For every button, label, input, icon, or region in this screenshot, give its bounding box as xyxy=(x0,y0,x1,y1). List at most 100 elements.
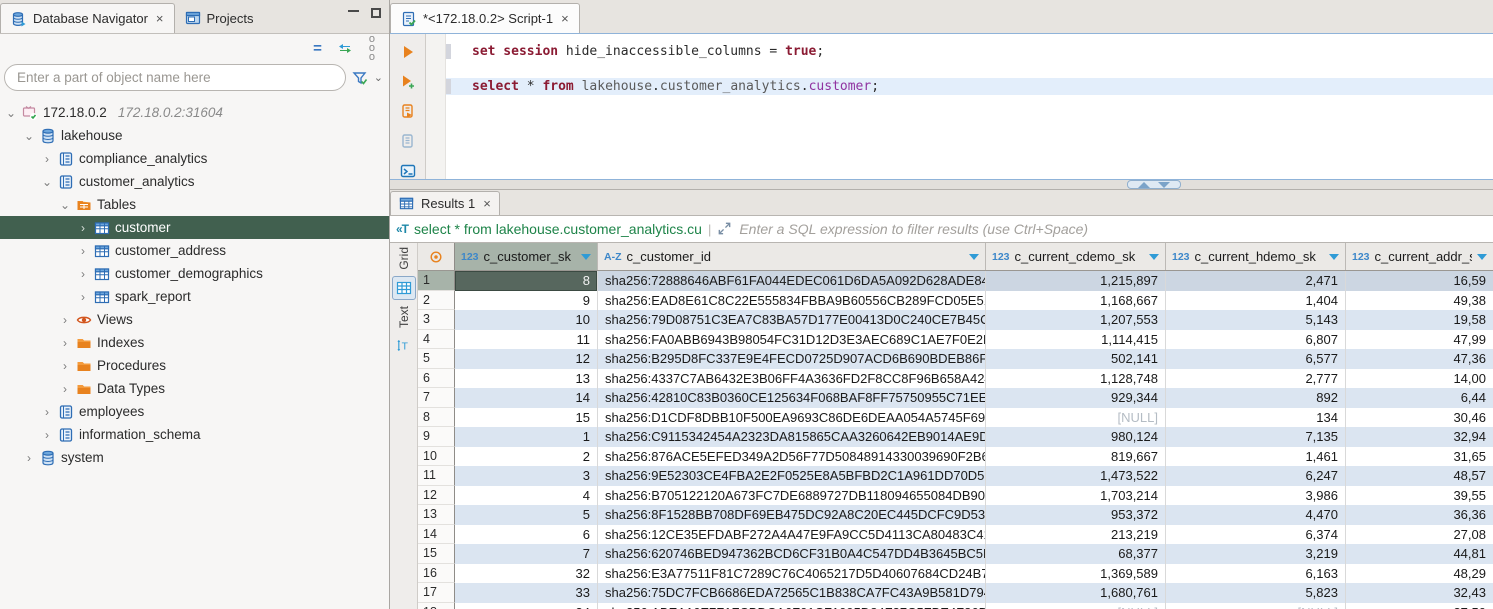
row-number-cell[interactable]: 3 xyxy=(418,310,455,330)
cell-c_current_cdemo_sk[interactable]: 1,128,748 xyxy=(986,369,1166,389)
cell-c_customer_sk[interactable]: 1 xyxy=(455,427,598,447)
cell-c_customer_sk[interactable]: 2 xyxy=(455,447,598,467)
cell-c_current_cdemo_sk[interactable]: 1,703,214 xyxy=(986,486,1166,506)
cell-c_current_addr_sk[interactable]: 44,81 xyxy=(1346,544,1493,564)
chevron-right-icon[interactable]: › xyxy=(41,405,53,419)
column-header-c_customer_id[interactable]: A-Zc_customer_id xyxy=(598,243,986,270)
row-number-cell[interactable]: 12 xyxy=(418,486,455,506)
cell-c_current_hdemo_sk[interactable]: 7,135 xyxy=(1166,427,1346,447)
column-header-c_current_hdemo_sk[interactable]: 123c_current_hdemo_sk xyxy=(1166,243,1346,270)
cell-c_customer_sk[interactable]: 33 xyxy=(455,583,598,603)
cell-c_current_cdemo_sk[interactable]: [NULL] xyxy=(986,603,1166,609)
chevron-right-icon[interactable]: › xyxy=(77,290,89,304)
cell-c_current_cdemo_sk[interactable]: 929,344 xyxy=(986,388,1166,408)
cell-c_customer_id[interactable]: sha256:E3A77511F81C7289C76C4065217D5D406… xyxy=(598,564,986,584)
chevron-right-icon[interactable]: › xyxy=(59,336,71,350)
tab-projects[interactable]: Projects xyxy=(175,3,264,33)
cell-c_current_hdemo_sk[interactable]: 1,461 xyxy=(1166,447,1346,467)
overflow-menu-icon[interactable]: ooo xyxy=(369,35,375,62)
cell-c_customer_id[interactable]: sha256:4337C7AB6432E3B06FF4A3636FD2F8CC8… xyxy=(598,369,986,389)
cell-c_customer_id[interactable]: sha256:B705122120A673FC7DE6889727DB11809… xyxy=(598,486,986,506)
chevron-down-icon[interactable]: ⌄ xyxy=(5,106,17,120)
cell-c_current_cdemo_sk[interactable]: 1,168,667 xyxy=(986,291,1166,311)
cell-c_customer_sk[interactable]: 34 xyxy=(455,603,598,609)
cell-c_customer_sk[interactable]: 7 xyxy=(455,544,598,564)
cell-c_current_cdemo_sk[interactable]: 1,215,897 xyxy=(986,271,1166,291)
sql-code-line[interactable]: select * from lakehouse.customer_analyti… xyxy=(446,78,1493,95)
cell-c_customer_sk[interactable]: 8 xyxy=(455,271,598,291)
chevron-right-icon[interactable]: › xyxy=(59,382,71,396)
cell-c_current_cdemo_sk[interactable]: 1,207,553 xyxy=(986,310,1166,330)
row-number-cell[interactable]: 2 xyxy=(418,291,455,311)
row-number-cell[interactable]: 5 xyxy=(418,349,455,369)
cell-c_customer_sk[interactable]: 13 xyxy=(455,369,598,389)
tree-item-employees[interactable]: ›employees xyxy=(0,400,389,423)
cell-c_customer_sk[interactable]: 6 xyxy=(455,525,598,545)
row-number-cell[interactable]: 10 xyxy=(418,447,455,467)
cell-c_current_hdemo_sk[interactable]: 2,777 xyxy=(1166,369,1346,389)
row-number-cell[interactable]: 6 xyxy=(418,369,455,389)
tree-item-indexes[interactable]: ›Indexes xyxy=(0,331,389,354)
cell-c_current_addr_sk[interactable]: 37,50 xyxy=(1346,603,1493,609)
cell-c_current_addr_sk[interactable]: 31,65 xyxy=(1346,447,1493,467)
row-number-cell[interactable]: 17 xyxy=(418,583,455,603)
chevron-down-icon[interactable]: ⌄ xyxy=(41,175,53,189)
column-dropdown-icon[interactable] xyxy=(969,254,979,260)
tree-item-compliance-analytics[interactable]: ›compliance_analytics xyxy=(0,147,389,170)
tree-item-information-schema[interactable]: ›information_schema xyxy=(0,423,389,446)
cell-c_current_addr_sk[interactable]: 14,00 xyxy=(1346,369,1493,389)
cell-c_current_hdemo_sk[interactable]: 6,163 xyxy=(1166,564,1346,584)
cell-c_current_cdemo_sk[interactable]: 68,377 xyxy=(986,544,1166,564)
grid-corner-cell[interactable] xyxy=(418,243,455,270)
editor-results-splitter[interactable] xyxy=(390,180,1493,190)
cell-c_current_cdemo_sk[interactable]: 1,473,522 xyxy=(986,466,1166,486)
cell-c_customer_id[interactable]: sha256:12CE35EFDABF272A4A47E9FA9CC5D4113… xyxy=(598,525,986,545)
results-filter-bar[interactable]: «T select * from lakehouse.customer_anal… xyxy=(390,215,1493,243)
tree-item-customer-demographics[interactable]: ›customer_demographics xyxy=(0,262,389,285)
cell-c_current_addr_sk[interactable]: 48,57 xyxy=(1346,466,1493,486)
chevron-down-icon[interactable]: ⌄ xyxy=(374,71,383,84)
tree-item-customer-address[interactable]: ›customer_address xyxy=(0,239,389,262)
cell-c_current_addr_sk[interactable]: 47,99 xyxy=(1346,330,1493,350)
cell-c_customer_id[interactable]: sha256:75DC7FCB6686EDA72565C1B838CA7FC43… xyxy=(598,583,986,603)
cell-c_current_addr_sk[interactable]: 6,44 xyxy=(1346,388,1493,408)
row-number-cell[interactable]: 4 xyxy=(418,330,455,350)
cell-c_current_cdemo_sk[interactable]: 1,114,415 xyxy=(986,330,1166,350)
execute-new-tab-icon[interactable] xyxy=(398,74,418,91)
cell-c_current_hdemo_sk[interactable]: 6,577 xyxy=(1166,349,1346,369)
expand-filter-icon[interactable] xyxy=(717,221,733,237)
cell-c_customer_id[interactable]: sha256:42810C83B0360CE125634F068BAF8FF75… xyxy=(598,388,986,408)
close-icon[interactable]: × xyxy=(483,196,491,211)
minimize-icon[interactable] xyxy=(348,10,359,13)
cell-c_customer_id[interactable]: sha256:8F1528BB708DF69EB475DC92A8C20EC44… xyxy=(598,505,986,525)
grid-presentation-icon[interactable] xyxy=(392,276,416,300)
row-number-cell[interactable]: 16 xyxy=(418,564,455,584)
chevron-down-icon[interactable]: ⌄ xyxy=(59,198,71,212)
cell-c_customer_id[interactable]: sha256:C9115342454A2323DA815865CAA326064… xyxy=(598,427,986,447)
cell-c_current_hdemo_sk[interactable]: 5,143 xyxy=(1166,310,1346,330)
cell-c_current_hdemo_sk[interactable]: 6,247 xyxy=(1166,466,1346,486)
cell-c_current_hdemo_sk[interactable]: 2,471 xyxy=(1166,271,1346,291)
row-number-cell[interactable]: 18 xyxy=(418,603,455,609)
cell-c_current_hdemo_sk[interactable]: [NULL] xyxy=(1166,603,1346,609)
cell-c_current_hdemo_sk[interactable]: 3,986 xyxy=(1166,486,1346,506)
cell-c_customer_id[interactable]: sha256:620746BED947362BCD6CF31B0A4C547DD… xyxy=(598,544,986,564)
chevron-right-icon[interactable]: › xyxy=(41,152,53,166)
tree-item-tables[interactable]: ⌄Tables xyxy=(0,193,389,216)
cell-c_customer_sk[interactable]: 32 xyxy=(455,564,598,584)
row-number-cell[interactable]: 7 xyxy=(418,388,455,408)
link-with-editor-icon[interactable] xyxy=(337,40,353,56)
tree-item-spark-report[interactable]: ›spark_report xyxy=(0,285,389,308)
cell-c_customer_sk[interactable]: 14 xyxy=(455,388,598,408)
sql-console-icon[interactable] xyxy=(398,162,418,179)
chevron-right-icon[interactable]: › xyxy=(59,359,71,373)
cell-c_customer_sk[interactable]: 10 xyxy=(455,310,598,330)
cell-c_current_addr_sk[interactable]: 30,46 xyxy=(1346,408,1493,428)
cell-c_current_hdemo_sk[interactable]: 5,823 xyxy=(1166,583,1346,603)
tab-database-navigator[interactable]: Database Navigator × xyxy=(0,3,175,33)
column-dropdown-icon[interactable] xyxy=(1149,254,1159,260)
cell-c_customer_sk[interactable]: 9 xyxy=(455,291,598,311)
cell-c_current_addr_sk[interactable]: 39,55 xyxy=(1346,486,1493,506)
cell-c_customer_sk[interactable]: 5 xyxy=(455,505,598,525)
chevron-right-icon[interactable]: › xyxy=(77,244,89,258)
